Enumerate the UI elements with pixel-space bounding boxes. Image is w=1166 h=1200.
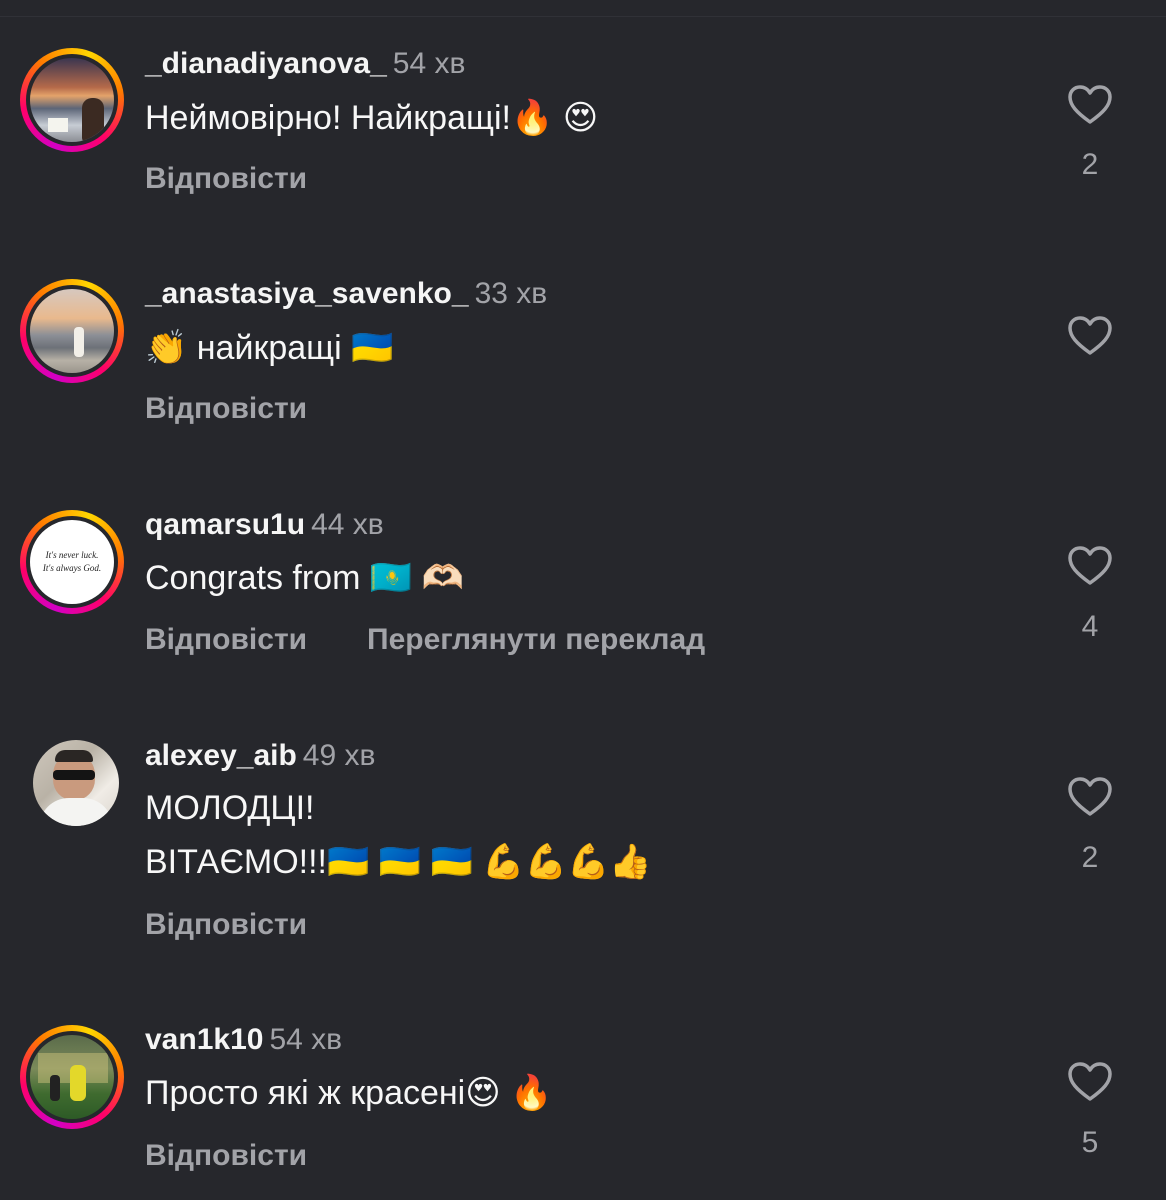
- heart-icon[interactable]: [1068, 546, 1112, 586]
- avatar[interactable]: [20, 48, 124, 152]
- avatar[interactable]: [20, 1025, 124, 1129]
- avatar-image: It's never luck. It's always God.: [30, 520, 114, 604]
- avatar-image: [30, 58, 114, 142]
- username[interactable]: van1k10: [145, 1023, 263, 1056]
- comment-text-line-2: ВІТАЄМО!!!🇺🇦 🇺🇦 🇺🇦 💪💪💪👍: [145, 843, 652, 881]
- comment-meta: van1k10 54 хв: [145, 1022, 342, 1058]
- comment-text-line-1: МОЛОДЦІ!: [145, 789, 315, 827]
- comment-time: 44 хв: [311, 508, 384, 541]
- like-count: 2: [1081, 148, 1099, 181]
- comment-text: Congrats from 🇰🇿 🫶🏻: [145, 559, 464, 597]
- see-translation-button[interactable]: Переглянути переклад: [367, 623, 705, 657]
- comment-meta: alexey_aib 49 хв: [145, 738, 375, 774]
- avatar-image: [30, 1035, 114, 1119]
- reply-button[interactable]: Відповісти: [145, 1139, 307, 1173]
- avatar-image: [30, 289, 114, 373]
- username[interactable]: _dianadiyanova_: [145, 47, 387, 80]
- comment-text: Неймовірно! Найкращі!🔥 😍: [145, 99, 599, 137]
- avatar-quote-line-2: It's always God.: [42, 563, 102, 573]
- heart-icon[interactable]: [1068, 85, 1112, 125]
- comment-meta: _dianadiyanova_ 54 хв: [145, 46, 465, 82]
- heart-icon[interactable]: [1068, 777, 1112, 817]
- heart-icon[interactable]: [1068, 316, 1112, 356]
- reply-button[interactable]: Відповісти: [145, 162, 307, 196]
- like-count: 5: [1081, 1126, 1099, 1159]
- username[interactable]: alexey_aib: [145, 739, 297, 772]
- comment-meta: qamarsu1u 44 хв: [145, 507, 384, 543]
- heart-icon[interactable]: [1068, 1062, 1112, 1102]
- reply-button[interactable]: Відповісти: [145, 908, 307, 942]
- comment-time: 49 хв: [302, 739, 376, 772]
- comment-meta: _anastasiya_savenko_ 33 хв: [145, 276, 547, 312]
- avatar[interactable]: It's never luck. It's always God.: [20, 510, 124, 614]
- comment-text: 👏 найкращі 🇺🇦: [145, 329, 394, 367]
- avatar-quote-line-1: It's never luck.: [45, 550, 99, 560]
- comment-text: Просто які ж красені😍 🔥: [145, 1074, 553, 1112]
- avatar[interactable]: [33, 740, 119, 826]
- comment-time: 54 хв: [392, 47, 466, 80]
- avatar[interactable]: [20, 279, 124, 383]
- like-count: 4: [1081, 610, 1099, 643]
- username[interactable]: qamarsu1u: [145, 508, 305, 541]
- comment-time: 33 хв: [474, 277, 548, 310]
- username[interactable]: _anastasiya_savenko_: [145, 277, 469, 310]
- comment-time: 54 хв: [269, 1023, 343, 1056]
- reply-button[interactable]: Відповісти: [145, 392, 307, 426]
- top-divider: [0, 16, 1166, 17]
- reply-button[interactable]: Відповісти: [145, 623, 307, 657]
- like-count: 2: [1081, 841, 1099, 874]
